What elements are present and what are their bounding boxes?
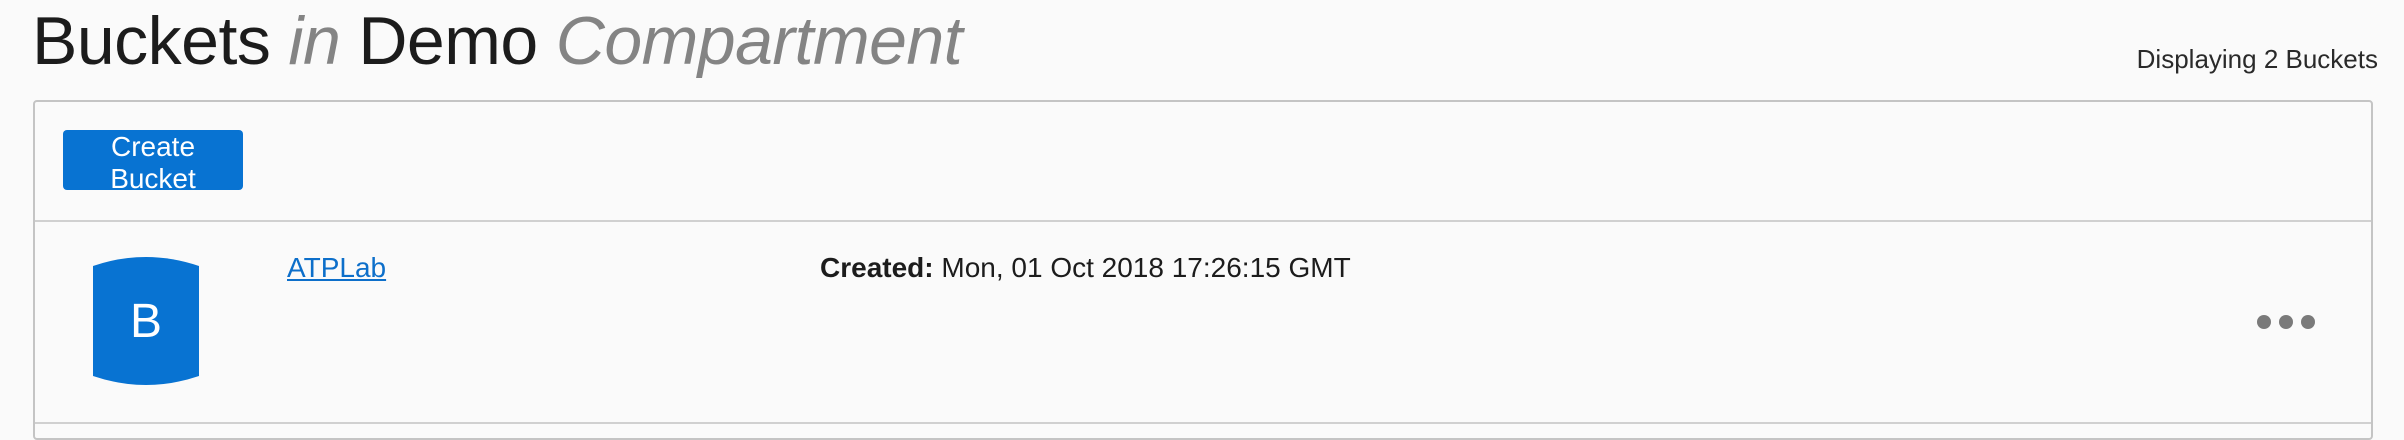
bucket-name-link[interactable]: ATPLab xyxy=(287,252,386,284)
title-compartment-name: Demo xyxy=(358,3,538,79)
bucket-row: B ATPLab Created: Mon, 01 Oct 2018 17:26… xyxy=(35,222,2371,424)
bucket-icon-letter: B xyxy=(129,294,162,348)
title-word-buckets: Buckets xyxy=(32,3,271,79)
bucket-created: Created: Mon, 01 Oct 2018 17:26:15 GMT xyxy=(820,252,1351,284)
bucket-icon: B xyxy=(93,250,199,392)
actions-dot xyxy=(2257,315,2271,329)
actions-dot xyxy=(2301,315,2315,329)
title-word-in: in xyxy=(288,3,341,79)
bucket-count-text: Displaying 2 Buckets xyxy=(2136,44,2378,74)
create-bucket-button[interactable]: Create Bucket xyxy=(63,130,243,194)
page-title: Buckets in Demo Compartment xyxy=(32,2,963,82)
buckets-panel: Create Bucket B ATPLab Created: Mon, 01 … xyxy=(33,100,2373,440)
more-actions-icon[interactable] xyxy=(2257,312,2315,332)
created-value: Mon, 01 Oct 2018 17:26:15 GMT xyxy=(941,252,1351,283)
actions-dot xyxy=(2279,315,2293,329)
toolbar: Create Bucket xyxy=(35,102,2371,222)
created-label: Created: xyxy=(820,252,934,283)
title-word-compartment: Compartment xyxy=(555,3,963,79)
